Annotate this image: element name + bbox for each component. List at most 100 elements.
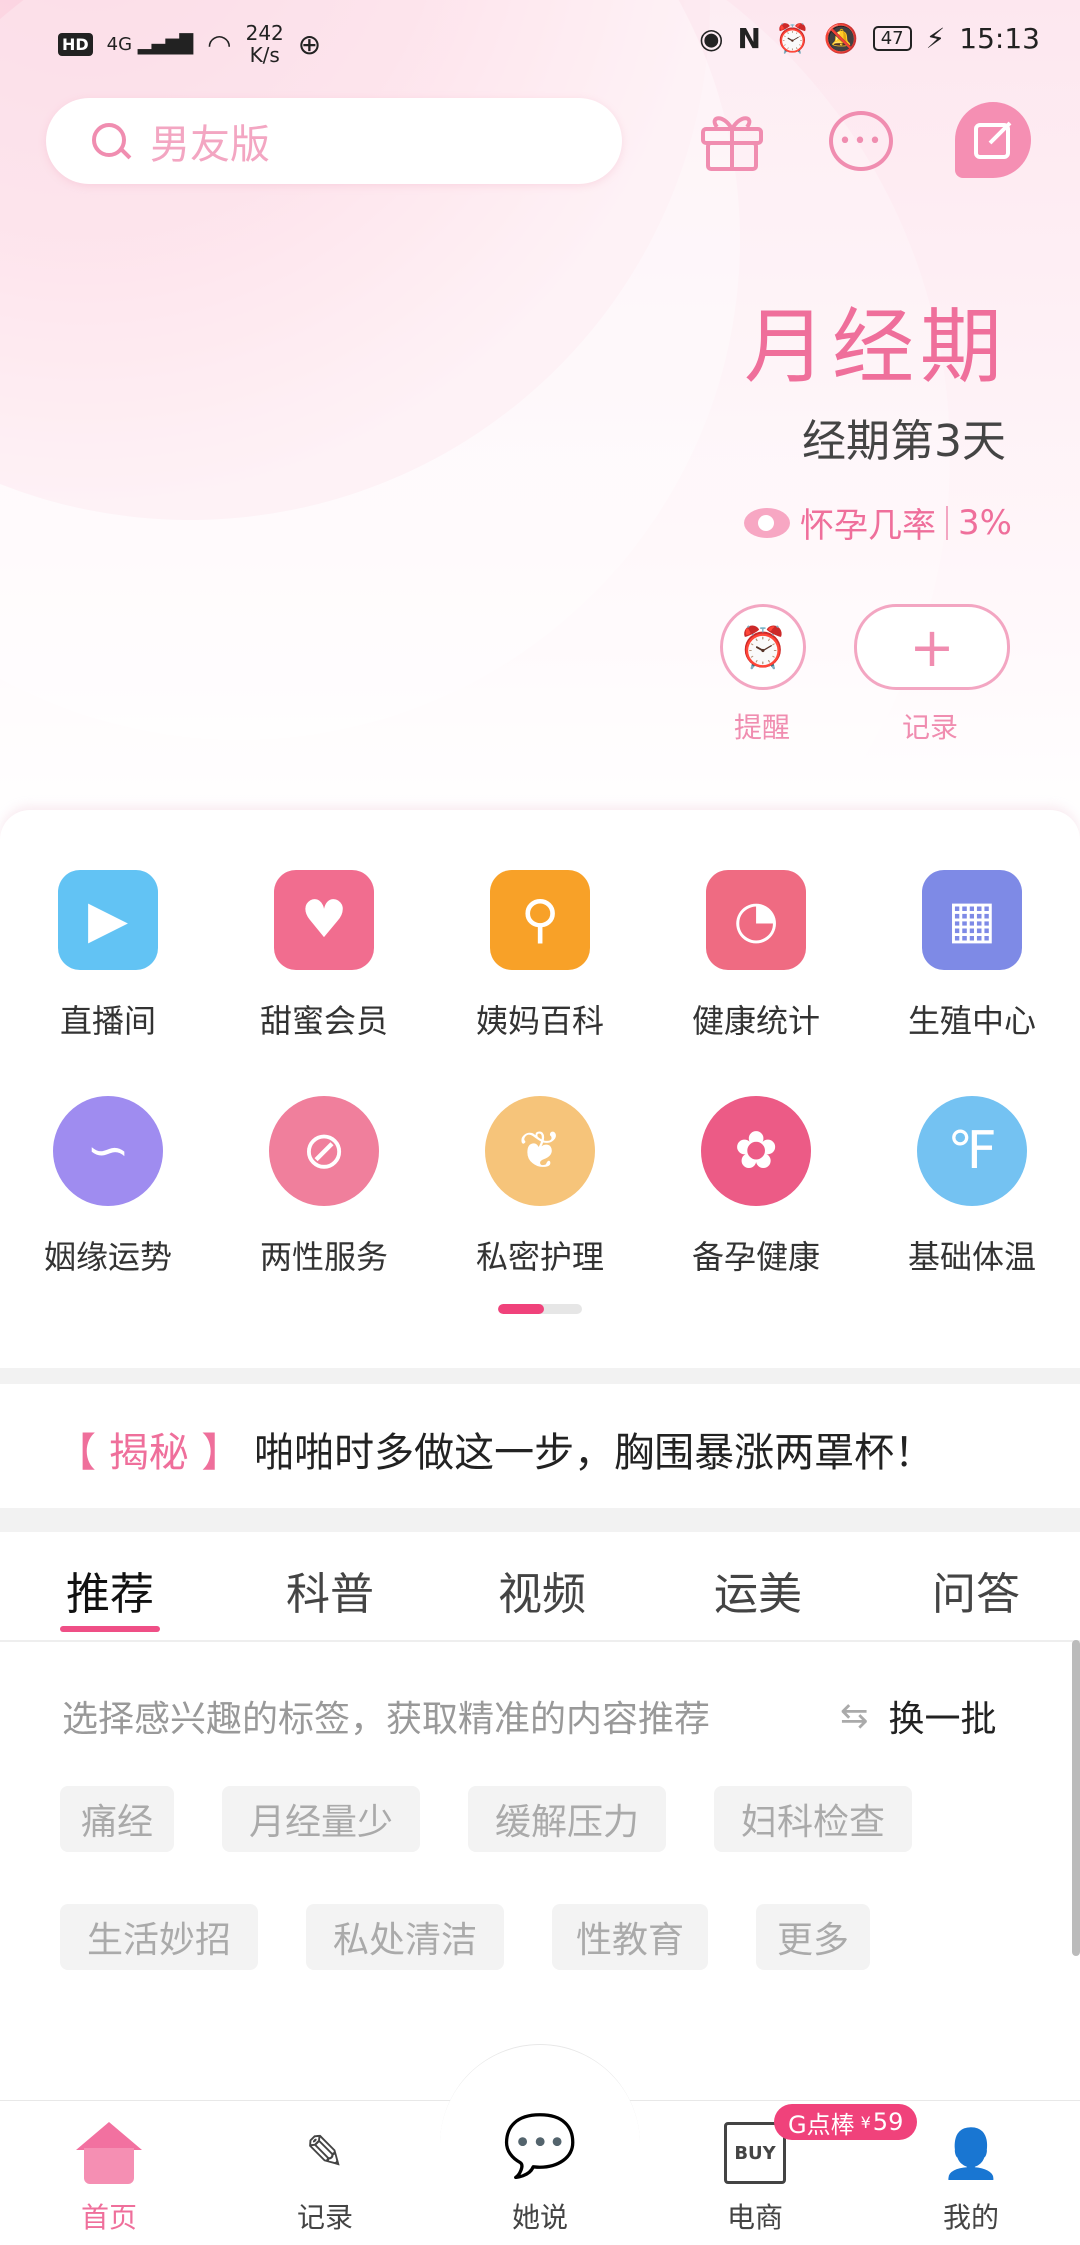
- grid-item[interactable]: ∽ 姻缘运势: [0, 1096, 216, 1278]
- search-magnifier-icon: ⚲: [490, 870, 590, 970]
- news-headline: 啪啪时多做这一步，胸围暴涨两罩杯！: [254, 1430, 935, 1476]
- building-icon: ▦: [922, 870, 1022, 970]
- wifi-icon: ◠: [207, 27, 232, 61]
- tab-science[interactable]: 科普: [286, 1558, 374, 1622]
- nav-home[interactable]: 首页: [34, 2120, 184, 2236]
- nfc-icon: N: [737, 22, 761, 55]
- scrollbar[interactable]: [1072, 1640, 1080, 1956]
- hd-icon: HD: [58, 32, 93, 56]
- cycle-day-text: 经期第3天: [802, 416, 1006, 467]
- gift-button[interactable]: [697, 106, 767, 176]
- tab-beauty[interactable]: 运美: [714, 1558, 802, 1622]
- feature-grid-card: ▶ 直播间 ♥ 甜蜜会员 ⚲ 姨妈百科 ◔ 健康统计 ▦ 生殖中心 ∽ 姻缘运势 ⊘ 两性服务 ❦ 私密护理 ✿…: [0, 810, 1080, 1370]
- person-icon: 👤: [941, 2125, 1001, 2182]
- grid-item[interactable]: ℉ 基础体温: [864, 1096, 1080, 1278]
- grid-item[interactable]: ♥ 甜蜜会员: [216, 870, 432, 1042]
- record-button[interactable]: +: [854, 604, 1010, 690]
- message-button[interactable]: •••: [826, 106, 896, 176]
- search-icon: [90, 121, 130, 161]
- page-indicator: [498, 1304, 582, 1314]
- grid-item[interactable]: ❦ 私密护理: [432, 1096, 648, 1278]
- swap-label: 换一批: [888, 1699, 997, 1740]
- mute-icon: 🔕: [823, 22, 859, 55]
- grid-item[interactable]: ▶ 直播间: [0, 870, 216, 1042]
- eye-icon: ◉: [699, 22, 724, 55]
- search-bar[interactable]: 男友版: [46, 98, 622, 184]
- grid-item[interactable]: ✿ 备孕健康: [648, 1096, 864, 1278]
- grid-item-label: 姻缘运势: [43, 1238, 172, 1276]
- recommend-hint: 选择感兴趣的标签，获取精准的内容推荐: [62, 1699, 711, 1740]
- peach-icon: ❦: [485, 1096, 595, 1206]
- grid-item-label: 基础体温: [907, 1238, 1036, 1276]
- nav-home-label: 首页: [80, 2201, 137, 2234]
- alarm-clock-icon: ⏰: [738, 624, 788, 671]
- pregnancy-value: 3%: [958, 502, 1012, 543]
- globe-icon: ⊕: [297, 27, 322, 61]
- grid-item-label: 直播间: [59, 1002, 156, 1040]
- section-divider: [0, 1508, 1080, 1532]
- thermometer-icon: ℉: [917, 1096, 1027, 1206]
- eye-icon: [744, 507, 791, 538]
- tab-qa[interactable]: 问答: [932, 1558, 1020, 1622]
- brand-logo-icon: ✿: [701, 1096, 811, 1206]
- edit-icon: [974, 121, 1012, 159]
- nav-mine-label: 我的: [942, 2201, 999, 2234]
- grid-item-label: 姨妈百科: [475, 1002, 604, 1040]
- charging-icon: ⚡: [925, 22, 946, 55]
- grid-item-label: 两性服务: [259, 1238, 388, 1276]
- chat-dots-icon: •••: [829, 111, 893, 171]
- heart-box-icon: ♥: [274, 870, 374, 970]
- compose-button[interactable]: [955, 102, 1031, 178]
- network-speed: 242 K/s: [245, 21, 284, 67]
- promo-badge[interactable]: G点棒 ¥59: [774, 2104, 918, 2140]
- nav-record-label: 记录: [296, 2201, 353, 2234]
- pregnancy-chance[interactable]: 怀孕几率 3%: [744, 498, 1012, 547]
- remind-button[interactable]: ⏰: [720, 604, 806, 690]
- fish-icon: ∽: [53, 1096, 163, 1206]
- grid-item-label: 甜蜜会员: [259, 1002, 388, 1040]
- plus-icon: +: [909, 615, 955, 679]
- pencil-icon: ✎: [304, 2125, 346, 2181]
- pill-icon: ⊘: [269, 1096, 379, 1206]
- section-divider: [0, 1368, 1080, 1384]
- nav-she-says-label: 她说: [511, 2201, 568, 2234]
- tag-chip[interactable]: 痛经: [60, 1786, 174, 1852]
- home-icon: [76, 2122, 142, 2184]
- grid-item[interactable]: ⚲ 姨妈百科: [432, 870, 648, 1042]
- calendar-chart-icon: ◔: [706, 870, 806, 970]
- chat-bubbles-icon: 💬: [502, 2110, 578, 2181]
- tag-chip[interactable]: 生活妙招: [60, 1904, 258, 1970]
- pregnancy-label: 怀孕几率: [800, 506, 937, 546]
- nav-she-says[interactable]: 💬 她说: [465, 2104, 615, 2236]
- search-placeholder: 男友版: [150, 122, 270, 168]
- grid-item-label: 私密护理: [475, 1238, 604, 1276]
- alarm-icon: ⏰: [774, 22, 810, 55]
- tag-chip[interactable]: 缓解压力: [468, 1786, 666, 1852]
- tab-recommend[interactable]: 推荐: [60, 1558, 160, 1632]
- tag-chip[interactable]: 妇科检查: [714, 1786, 912, 1852]
- swap-arrows-icon: ⇆: [840, 1696, 869, 1736]
- cycle-phase-title: 月经期: [743, 300, 1008, 395]
- remind-label: 提醒: [734, 711, 791, 744]
- nav-record[interactable]: ✎ 记录: [250, 2120, 400, 2236]
- tag-chip[interactable]: 更多: [756, 1904, 870, 1970]
- video-camera-icon: ▶: [58, 870, 158, 970]
- grid-item-label: 生殖中心: [907, 1002, 1036, 1040]
- clock: 15:13: [959, 22, 1040, 55]
- tag-chip[interactable]: 性教育: [552, 1904, 708, 1970]
- grid-item-label: 健康统计: [691, 1002, 820, 1040]
- news-banner[interactable]: 【 揭秘 】 啪啪时多做这一步，胸围暴涨两罩杯！: [56, 1420, 1046, 1478]
- grid-item[interactable]: ⊘ 两性服务: [216, 1096, 432, 1278]
- tag-chip[interactable]: 私处清洁: [306, 1904, 504, 1970]
- divider: [946, 505, 949, 540]
- tab-video[interactable]: 视频: [498, 1558, 586, 1622]
- battery-icon: 47: [872, 26, 912, 51]
- tag-chip[interactable]: 月经量少: [222, 1786, 420, 1852]
- news-tag: 【 揭秘 】: [56, 1430, 242, 1476]
- grid-item[interactable]: ◔ 健康统计: [648, 870, 864, 1042]
- swap-batch-button[interactable]: ⇆ 换一批: [840, 1690, 997, 1742]
- grid-item[interactable]: ▦ 生殖中心: [864, 870, 1080, 1042]
- nav-mine[interactable]: 👤 我的: [896, 2120, 1046, 2236]
- status-bar: HD 4G ▂▄▆█ ◠ 242 K/s ⊕ ◉ N ⏰ 🔕 47 ⚡ 15:13: [0, 0, 1080, 80]
- nav-shop-label: 电商: [726, 2201, 783, 2234]
